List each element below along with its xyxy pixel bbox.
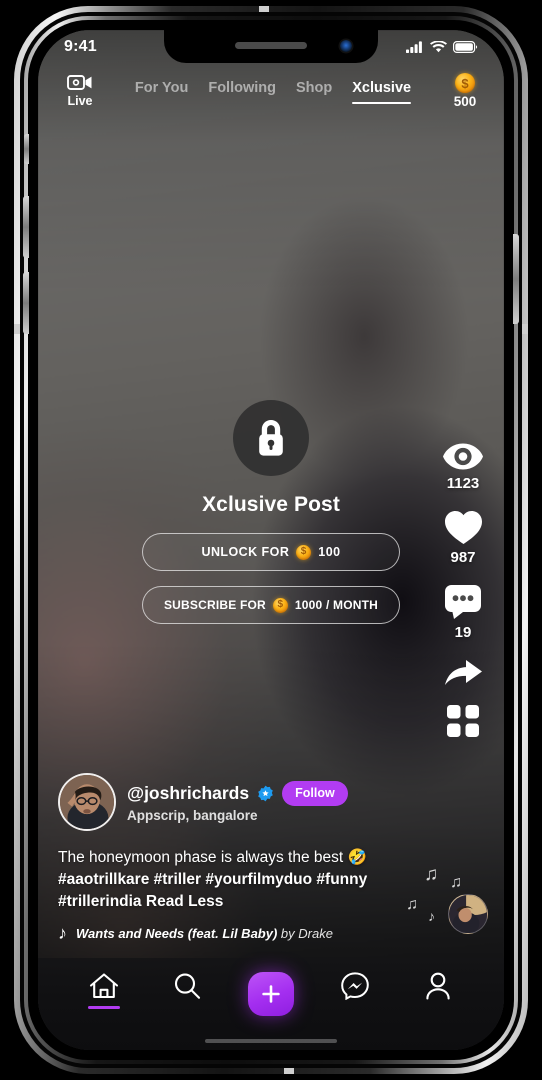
music-row[interactable]: ♪ Wants and Needs (feat. Lil Baby) by Dr… bbox=[58, 924, 486, 942]
author-handle[interactable]: @joshrichards bbox=[127, 783, 249, 804]
coin-icon bbox=[455, 73, 475, 93]
coin-wallet-button[interactable]: 500 bbox=[444, 73, 486, 109]
music-text: Wants and Needs (feat. Lil Baby) by Drak… bbox=[76, 926, 333, 941]
tab-shop[interactable]: Shop bbox=[296, 77, 332, 104]
tab-for-you[interactable]: For You bbox=[135, 77, 188, 104]
caption-text: The honeymoon phase is always the best 🤣 bbox=[58, 849, 367, 866]
author-row: @joshrichards Follow Appscrip, bangalore bbox=[58, 773, 486, 831]
tab-label: Shop bbox=[296, 79, 333, 96]
music-note-icon: ♪ bbox=[58, 923, 67, 943]
more-options-action[interactable] bbox=[447, 705, 479, 737]
unlock-post-button[interactable]: UNLOCK FOR 100 bbox=[142, 533, 400, 571]
antenna-line-left bbox=[14, 324, 20, 334]
home-indicator bbox=[205, 1039, 337, 1043]
power-button[interactable] bbox=[513, 234, 519, 324]
lock-badge bbox=[233, 400, 309, 476]
share-arrow-icon bbox=[444, 660, 482, 685]
silent-switch-button[interactable] bbox=[24, 134, 29, 164]
coin-balance: 500 bbox=[453, 94, 477, 109]
comments-action[interactable]: 19 bbox=[444, 584, 482, 641]
signal-bars-icon bbox=[406, 40, 422, 53]
status-icons bbox=[406, 40, 478, 53]
nav-item-home[interactable] bbox=[75, 972, 133, 1009]
phone-frame: 9:41 Live For You Following Shop Xclusiv… bbox=[14, 6, 528, 1074]
author-meta: @joshrichards Follow Appscrip, bangalore bbox=[127, 781, 348, 823]
live-button[interactable]: Live bbox=[58, 74, 102, 108]
heart-icon bbox=[444, 511, 482, 544]
tab-label: For You bbox=[134, 79, 189, 96]
music-title: Wants and Needs (feat. Lil Baby) bbox=[76, 925, 278, 941]
messenger-icon bbox=[340, 972, 369, 1000]
home-icon bbox=[89, 973, 118, 999]
wifi-icon bbox=[430, 40, 447, 52]
nav-item-search[interactable] bbox=[158, 972, 216, 1000]
coin-icon bbox=[272, 597, 288, 613]
tab-label: Xclusive bbox=[352, 79, 412, 96]
author-location: Appscrip, bangalore bbox=[127, 808, 258, 823]
share-action[interactable] bbox=[444, 659, 483, 687]
antenna-line-top bbox=[259, 6, 269, 12]
views-count: 1123 bbox=[446, 475, 480, 492]
search-icon bbox=[175, 973, 201, 999]
unlock-button-prefix: UNLOCK FOR bbox=[201, 545, 290, 559]
tab-label: Following bbox=[208, 79, 276, 96]
nav-item-profile[interactable] bbox=[409, 972, 467, 1000]
likes-count: 987 bbox=[450, 549, 476, 566]
tab-following[interactable]: Following bbox=[208, 77, 276, 104]
avatar[interactable] bbox=[58, 773, 116, 831]
comments-count: 19 bbox=[454, 624, 472, 641]
top-navigation-bar: Live For You Following Shop Xclusive $ 5… bbox=[38, 63, 504, 119]
status-time: 9:41 bbox=[64, 37, 97, 55]
post-info-block: @joshrichards Follow Appscrip, bangalore… bbox=[38, 773, 504, 942]
padlock-icon bbox=[259, 420, 283, 456]
subscribe-button-prefix: SUBSCRIBE FOR bbox=[163, 598, 266, 612]
bottom-navigation-bar bbox=[38, 958, 504, 1050]
video-camera-icon bbox=[67, 75, 92, 90]
caption-read-less-toggle[interactable]: Read Less bbox=[146, 893, 224, 910]
unlock-button-amount: 100 bbox=[318, 545, 341, 559]
subscribe-button[interactable]: SUBSCRIBE FOR 1000 / MONTH bbox=[142, 586, 400, 624]
likes-action[interactable]: 987 bbox=[444, 510, 483, 566]
locked-post-title: Xclusive Post bbox=[202, 493, 340, 516]
antenna-line-right bbox=[522, 324, 528, 334]
active-tab-underline bbox=[352, 101, 412, 104]
create-post-button[interactable] bbox=[247, 972, 294, 1016]
status-bar: 9:41 bbox=[38, 30, 504, 63]
volume-down-button[interactable] bbox=[23, 272, 29, 334]
coin-icon bbox=[296, 544, 312, 560]
active-nav-underline bbox=[87, 1005, 120, 1009]
feed-tabs: For You Following Shop Xclusive bbox=[102, 77, 444, 106]
music-artist: by Drake bbox=[280, 925, 333, 941]
author-line: @joshrichards Follow bbox=[127, 781, 348, 806]
eye-icon bbox=[443, 443, 483, 470]
grid-apps-icon bbox=[447, 705, 479, 737]
follow-button[interactable]: Follow bbox=[282, 781, 348, 806]
action-rail: 1123 987 19 bbox=[432, 442, 494, 737]
comment-bubble-icon bbox=[445, 585, 481, 619]
verified-badge-icon bbox=[258, 785, 273, 802]
views-action[interactable]: 1123 bbox=[443, 442, 483, 492]
post-caption[interactable]: The honeymoon phase is always the best 🤣… bbox=[58, 847, 398, 913]
antenna-line-bottom bbox=[284, 1068, 294, 1074]
avatar-image bbox=[60, 775, 114, 829]
subscribe-button-amount: 1000 / MONTH bbox=[294, 598, 379, 612]
nav-item-create[interactable] bbox=[242, 972, 300, 1016]
plus-icon bbox=[262, 985, 280, 1003]
tab-xclusive[interactable]: Xclusive bbox=[352, 77, 412, 104]
live-label: Live bbox=[67, 94, 93, 108]
volume-up-button[interactable] bbox=[23, 196, 29, 258]
person-icon bbox=[426, 972, 450, 1000]
nav-item-messages[interactable] bbox=[326, 972, 384, 1000]
battery-icon bbox=[453, 40, 478, 53]
phone-screen: 9:41 Live For You Following Shop Xclusiv… bbox=[38, 30, 504, 1050]
